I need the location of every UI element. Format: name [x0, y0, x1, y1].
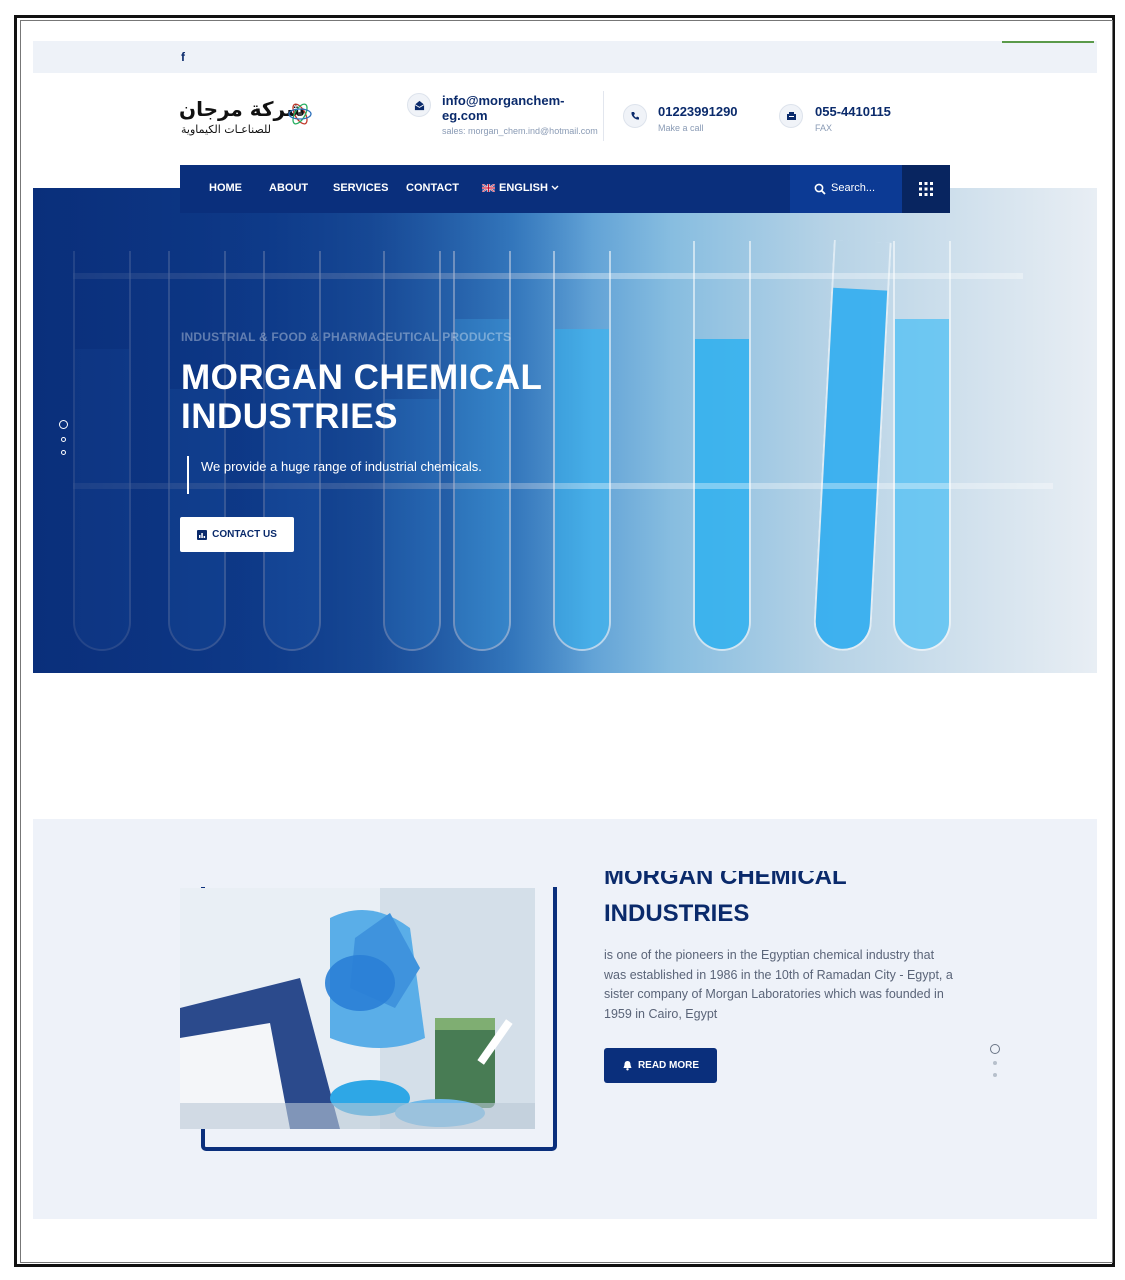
- search-input[interactable]: Search...: [790, 165, 902, 213]
- hero-subtitle: INDUSTRIAL & FOOD & PHARMACEUTICAL PRODU…: [181, 330, 512, 344]
- language-label: ENGLISH: [499, 182, 548, 194]
- website-page: f شركة مرجان للصناعـات الكيماوية info@mo…: [33, 41, 1097, 1219]
- lab-image: [180, 888, 535, 1129]
- contact-phone-label: Make a call: [658, 123, 704, 133]
- grid-menu-button[interactable]: [902, 165, 950, 213]
- about-description: is one of the pioneers in the Egyptian c…: [604, 948, 953, 1021]
- contact-fax: 055-4410115: [815, 104, 891, 119]
- logo-arabic-subtitle: للصناعـات الكيماوية: [181, 123, 271, 136]
- read-more-label: READ MORE: [637, 1060, 700, 1071]
- contact-divider: [603, 91, 604, 141]
- about-section: MORGAN CHEMICAL INDUSTRIES is one of the…: [33, 819, 1097, 1219]
- nav-services[interactable]: SERVICES: [333, 182, 388, 194]
- language-selector[interactable]: ENGLISH: [482, 182, 559, 194]
- fax-icon: [779, 104, 803, 128]
- contact-fax-label: FAX: [815, 123, 833, 133]
- contact-phone[interactable]: 01223991290: [658, 104, 738, 119]
- facebook-icon[interactable]: f: [181, 50, 185, 64]
- hero-slider: INDUSTRIAL & FOOD & PHARMACEUTICAL PRODU…: [33, 188, 1097, 673]
- about-title-cut: MORGAN CHEMICAL: [604, 871, 847, 888]
- contact-us-button[interactable]: CONTACT US: [180, 517, 294, 552]
- grid-icon: [919, 182, 933, 196]
- main-navbar: HOME ABOUT SERVICES CONTACT ENGLISH Sear…: [180, 165, 950, 213]
- slider-dot[interactable]: [61, 437, 66, 442]
- test-tube: [893, 241, 951, 651]
- hero-title: MORGAN CHEMICAL INDUSTRIES: [181, 358, 542, 436]
- test-tube: [693, 241, 751, 651]
- bell-icon: [623, 1061, 632, 1071]
- about-slider-dot[interactable]: [993, 1073, 997, 1077]
- hero-description: We provide a huge range of industrial ch…: [201, 459, 482, 474]
- lab-scene: [180, 888, 535, 1129]
- hero-title-line2: INDUSTRIES: [181, 397, 398, 436]
- mail-icon: [407, 93, 431, 117]
- hero-text-bar: [187, 456, 189, 494]
- nav-about[interactable]: ABOUT: [269, 182, 308, 194]
- contact-email[interactable]: info@morganchem-eg.com: [442, 93, 572, 123]
- about-title: INDUSTRIES: [604, 900, 750, 927]
- chevron-down-icon: [551, 185, 559, 190]
- slider-dot[interactable]: [61, 450, 66, 455]
- read-more-button[interactable]: READ MORE: [604, 1048, 717, 1083]
- contact-email-sales: sales: morgan_chem.ind@hotmail.com: [442, 126, 598, 136]
- top-bar: f: [33, 41, 1097, 73]
- nav-contact[interactable]: CONTACT: [406, 182, 459, 194]
- about-slider-dot[interactable]: [993, 1061, 997, 1065]
- contact-us-label: CONTACT US: [212, 529, 277, 540]
- accent-line: [1002, 41, 1094, 43]
- chart-icon: [197, 529, 208, 540]
- about-slider-dot-active[interactable]: [990, 1044, 1000, 1054]
- nav-home[interactable]: HOME: [209, 182, 242, 194]
- test-tube: [812, 239, 892, 653]
- search-icon: [814, 183, 826, 195]
- uk-flag-icon: [482, 184, 495, 192]
- company-logo[interactable]: شركة مرجان للصناعـات الكيماوية: [179, 95, 319, 141]
- atom-icon: [288, 103, 312, 125]
- hero-title-line1: MORGAN CHEMICAL: [181, 358, 543, 397]
- phone-icon: [623, 104, 647, 128]
- slider-dot-active[interactable]: [59, 420, 68, 429]
- search-placeholder: Search...: [831, 182, 876, 194]
